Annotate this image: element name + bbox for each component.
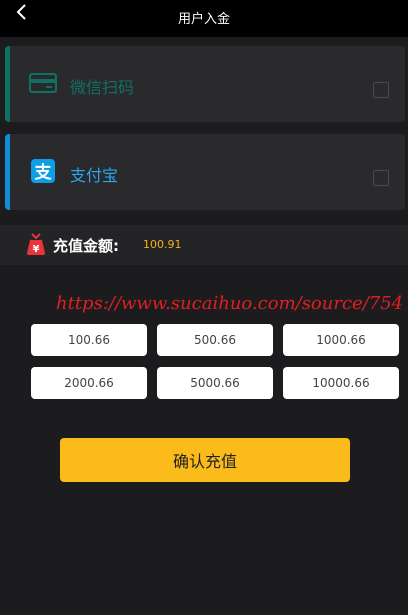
amount-value: 100.91 — [143, 238, 182, 251]
amount-preset-button[interactable]: 100.66 — [31, 324, 147, 356]
payment-option-label: 支付宝 — [70, 166, 119, 185]
payment-option-alipay[interactable]: 支 支付宝 — [5, 134, 405, 210]
amount-preset-button[interactable]: 10000.66 — [283, 367, 399, 399]
option-accent-bar — [5, 134, 10, 210]
alipay-icon: 支 — [31, 159, 55, 183]
amount-row: ¥ 充值金额: 100.91 — [0, 225, 408, 265]
confirm-recharge-button[interactable]: 确认充值 — [60, 438, 350, 482]
amount-preset-button[interactable]: 2000.66 — [31, 367, 147, 399]
watermark-url: https://www.sucaihuo.com/source/754 — [56, 293, 404, 314]
card-icon — [29, 73, 57, 93]
svg-text:¥: ¥ — [33, 244, 40, 255]
amount-label: 充值金额: — [53, 237, 119, 255]
money-bag-icon: ¥ — [27, 233, 45, 255]
top-bar: 用户入金 — [0, 0, 408, 37]
amount-preset-button[interactable]: 5000.66 — [157, 367, 273, 399]
option-accent-bar — [5, 46, 10, 122]
amount-preset-button[interactable]: 500.66 — [157, 324, 273, 356]
alipay-checkbox[interactable] — [373, 170, 389, 186]
payment-option-wechat[interactable]: 微信扫码 — [5, 46, 405, 122]
svg-text:支: 支 — [35, 162, 53, 183]
wechat-checkbox[interactable] — [373, 82, 389, 98]
page-title: 用户入金 — [177, 12, 230, 27]
amount-preset-button[interactable]: 1000.66 — [283, 324, 399, 356]
payment-option-label: 微信扫码 — [70, 78, 135, 97]
